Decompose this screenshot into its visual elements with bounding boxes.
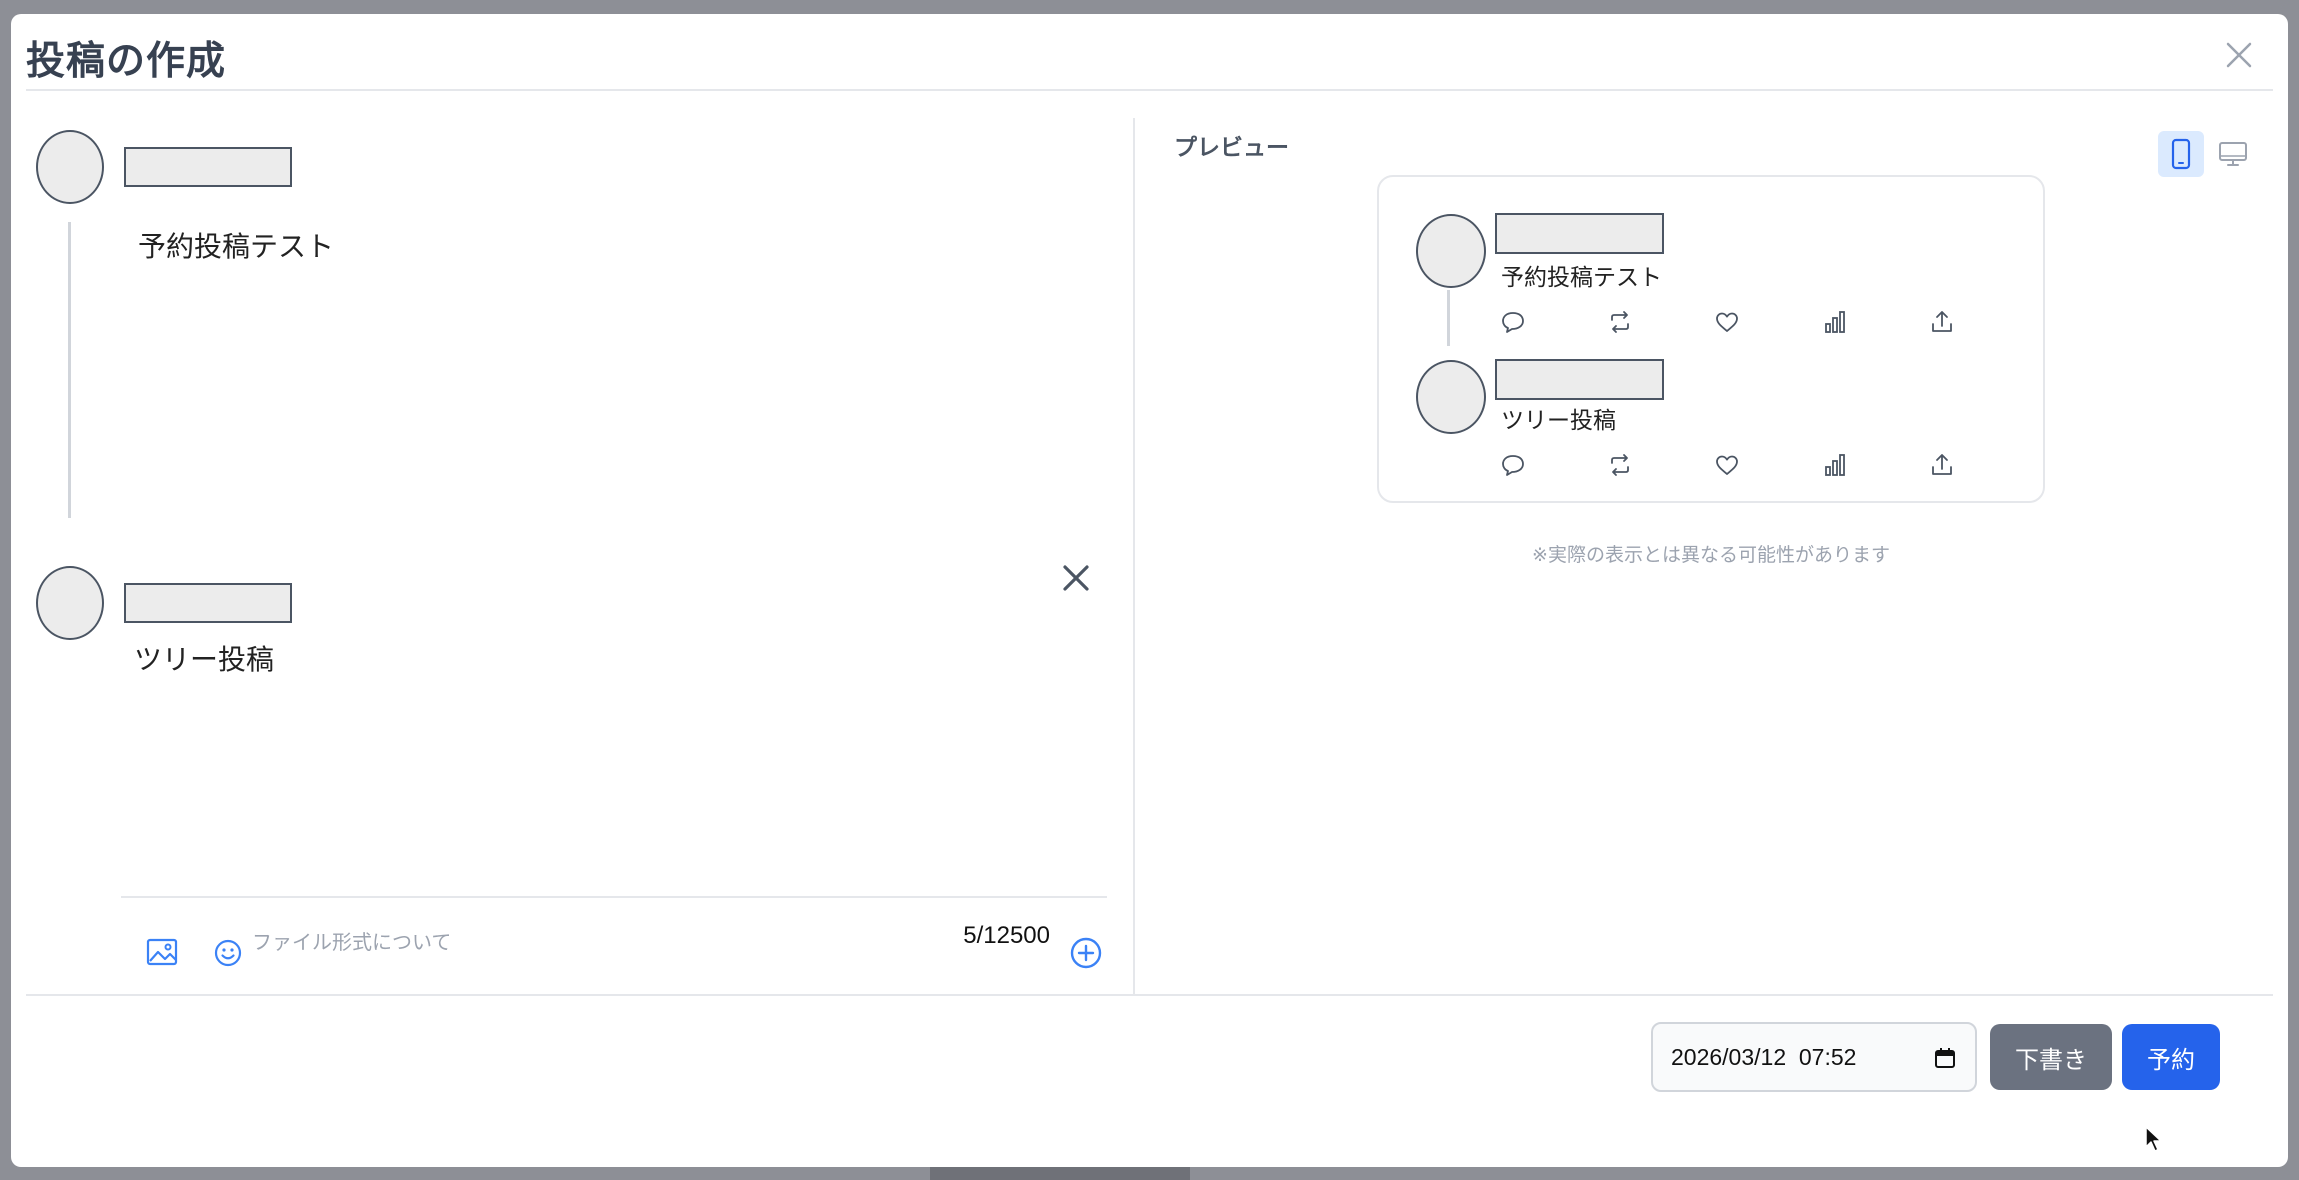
- account-name-redacted: [124, 583, 292, 623]
- stats-icon[interactable]: [1820, 450, 1850, 480]
- avatar: [36, 566, 104, 640]
- mobile-icon: [2171, 138, 2191, 170]
- remove-post-icon[interactable]: [1058, 560, 1094, 596]
- preview-avatar: [1416, 214, 1486, 288]
- post-textarea[interactable]: 予約投稿テスト: [138, 225, 334, 265]
- share-icon[interactable]: [1927, 307, 1957, 337]
- preview-avatar: [1416, 360, 1486, 434]
- like-icon[interactable]: [1712, 307, 1742, 337]
- close-icon[interactable]: [2222, 38, 2256, 72]
- preview-post-text: ツリー投稿: [1501, 407, 1616, 433]
- backdrop-strip: [930, 1167, 1190, 1180]
- account-name-redacted: [124, 147, 292, 187]
- mouse-cursor-icon: [2145, 1126, 2162, 1152]
- preview-account-name-redacted: [1495, 359, 1664, 400]
- file-format-link[interactable]: ファイル形式について: [252, 926, 451, 955]
- reply-icon[interactable]: [1498, 450, 1528, 480]
- preview-thread-line: [1447, 290, 1450, 346]
- char-counter: 5/12500: [963, 922, 1050, 949]
- reply-icon[interactable]: [1498, 307, 1528, 337]
- preview-post-text: 予約投稿テスト: [1501, 264, 1662, 290]
- panel-divider: [1133, 118, 1135, 994]
- header-divider: [26, 89, 2273, 91]
- schedule-button[interactable]: 予約: [2122, 1024, 2220, 1090]
- editor-toolbar-divider: [121, 896, 1107, 898]
- desktop-preview-button[interactable]: [2210, 131, 2256, 177]
- preview-label: プレビュー: [1174, 134, 1289, 160]
- preview-account-name-redacted: [1495, 213, 1664, 254]
- stats-icon[interactable]: [1820, 307, 1850, 337]
- post-textarea[interactable]: ツリー投稿: [134, 638, 274, 678]
- repost-icon[interactable]: [1605, 307, 1635, 337]
- modal-title: 投稿の作成: [26, 40, 227, 83]
- schedule-datetime-input[interactable]: 2026/03/12 07:52: [1651, 1022, 1977, 1092]
- save-draft-button[interactable]: 下書き: [1990, 1024, 2112, 1090]
- repost-icon[interactable]: [1605, 450, 1635, 480]
- datetime-value: 2026/03/12 07:52: [1671, 1043, 1857, 1070]
- desktop-icon: [2219, 142, 2247, 166]
- like-icon[interactable]: [1712, 450, 1742, 480]
- avatar: [36, 130, 104, 204]
- add-post-icon[interactable]: [1068, 935, 1104, 971]
- mobile-preview-button[interactable]: [2158, 131, 2204, 177]
- preview-disclaimer: ※実際の表示とは異なる可能性があります: [1532, 545, 1890, 566]
- image-icon[interactable]: [145, 935, 181, 971]
- emoji-icon[interactable]: [210, 935, 246, 971]
- thread-line: [68, 222, 71, 518]
- footer-divider: [26, 994, 2273, 996]
- share-icon[interactable]: [1927, 450, 1957, 480]
- calendar-icon[interactable]: [1933, 1046, 1957, 1070]
